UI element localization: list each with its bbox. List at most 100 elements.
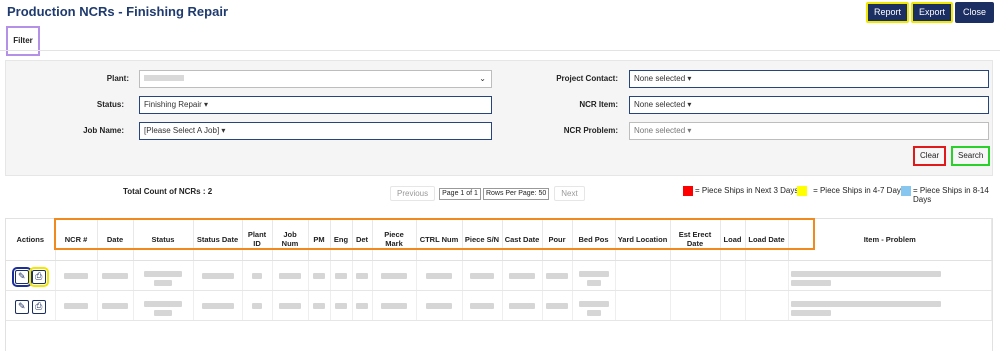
cell-redacted <box>372 290 417 321</box>
project-contact-select[interactable]: None selected ▾ <box>629 70 989 88</box>
col-pour[interactable]: Pour <box>542 219 573 261</box>
legend-8-14-days: = Piece Ships in 8-14 Days <box>901 186 999 204</box>
caret-down-icon: ▾ <box>204 100 209 109</box>
legend-swatch-red <box>683 186 693 196</box>
report-button[interactable]: Report <box>865 2 909 23</box>
col-piece-sn[interactable]: Piece S/N <box>462 219 503 261</box>
actions-cell: ✎ ⎙ <box>6 290 56 321</box>
col-status-date[interactable]: Status Date <box>193 219 243 261</box>
cell-empty <box>745 260 789 291</box>
col-item-problem[interactable]: Item - Problem <box>788 219 992 261</box>
plant-select[interactable]: ⌄ <box>139 70 492 88</box>
previous-button[interactable]: Previous <box>390 186 436 201</box>
col-date[interactable]: Date <box>97 219 134 261</box>
print-icon[interactable]: ⎙ <box>28 266 49 287</box>
col-piece-mark[interactable]: Piece Mark <box>372 219 417 261</box>
chevron-down-icon: ⌄ <box>479 74 486 83</box>
export-button[interactable]: Export <box>910 2 953 23</box>
status-select[interactable]: Finishing Repair ▾ <box>139 96 492 114</box>
col-load-date[interactable]: Load Date <box>745 219 789 261</box>
cell-empty <box>615 290 671 321</box>
cell-redacted <box>55 290 98 321</box>
cell-redacted <box>572 290 616 321</box>
divider <box>0 50 1000 51</box>
cell-redacted <box>788 260 992 291</box>
col-status[interactable]: Status <box>133 219 194 261</box>
col-est-erect-date[interactable]: Est Erect Date <box>670 219 721 261</box>
col-pm[interactable]: PM <box>308 219 331 261</box>
rows-per-page-select[interactable]: Rows Per Page: 50 <box>482 187 550 200</box>
job-name-value: [Please Select A Job] <box>144 126 220 135</box>
toolbar: Report Export Close <box>865 2 994 23</box>
col-load[interactable]: Load <box>720 219 746 261</box>
legend-label: = Piece Ships in 4-7 Days <box>813 186 905 195</box>
cell-redacted <box>133 260 194 291</box>
ncr-item-select[interactable]: None selected ▾ <box>629 96 989 114</box>
caret-down-icon: ▾ <box>687 74 692 83</box>
ncr-item-value: None selected <box>634 100 686 109</box>
cell-empty <box>670 290 721 321</box>
actions-cell: ✎ ⎙ <box>6 260 56 291</box>
table-row[interactable]: ✎ ⎙ <box>6 260 992 291</box>
cell-redacted <box>372 260 417 291</box>
legend-swatch-yellow <box>797 186 807 196</box>
col-det[interactable]: Det <box>352 219 373 261</box>
job-name-label: Job Name: <box>83 126 124 135</box>
col-plant-id[interactable]: Plant ID <box>242 219 273 261</box>
col-ncr-num[interactable]: NCR # <box>55 219 98 261</box>
print-icon[interactable]: ⎙ <box>31 299 46 314</box>
next-button[interactable]: Next <box>554 186 585 201</box>
cell-redacted <box>308 260 331 291</box>
cell-empty <box>745 290 789 321</box>
cell-redacted <box>133 290 194 321</box>
filter-panel: Plant: ⌄ Status: Finishing Repair ▾ Job … <box>5 60 993 176</box>
cell-redacted <box>542 260 573 291</box>
cell-redacted <box>416 290 463 321</box>
legend-swatch-blue <box>901 186 911 196</box>
cell-redacted <box>97 290 134 321</box>
ncr-table: Actions NCR # Date Status Status Date Pl… <box>6 219 992 321</box>
cell-redacted <box>330 290 353 321</box>
cell-redacted <box>462 260 503 291</box>
ncr-problem-select[interactable]: None selected ▾ <box>629 122 989 140</box>
col-actions: Actions <box>6 219 56 261</box>
caret-down-icon: ▾ <box>221 126 226 135</box>
search-button[interactable]: Search <box>951 146 991 166</box>
page-select[interactable]: Page 1 of 1 <box>439 187 481 200</box>
table-header-row: Actions NCR # Date Status Status Date Pl… <box>6 219 992 261</box>
status-value: Finishing Repair <box>144 100 202 109</box>
edit-icon[interactable]: ✎ <box>11 266 32 287</box>
cell-redacted <box>308 290 331 321</box>
cell-redacted <box>352 290 373 321</box>
cell-redacted <box>272 260 309 291</box>
col-yard-location[interactable]: Yard Location <box>615 219 671 261</box>
job-name-select[interactable]: [Please Select A Job] ▾ <box>139 122 492 140</box>
ncr-problem-value: None selected <box>634 126 686 135</box>
col-ctrl-num[interactable]: CTRL Num <box>416 219 463 261</box>
col-bed-pos[interactable]: Bed Pos <box>572 219 616 261</box>
legend-4-7-days: = Piece Ships in 4-7 Days <box>797 186 909 196</box>
clear-button[interactable]: Clear <box>913 146 947 166</box>
plant-value-redacted <box>144 74 184 81</box>
ncr-item-label: NCR Item: <box>579 100 618 109</box>
close-button[interactable]: Close <box>954 2 994 23</box>
project-contact-value: None selected <box>634 74 686 83</box>
cell-redacted <box>272 290 309 321</box>
ncr-problem-label: NCR Problem: <box>563 126 618 135</box>
cell-redacted <box>416 260 463 291</box>
cell-redacted <box>97 260 134 291</box>
edit-icon[interactable]: ✎ <box>14 299 29 314</box>
caret-down-icon: ▾ <box>687 100 692 109</box>
legend-next-3-days: = Piece Ships in Next 3 Days <box>683 186 798 196</box>
col-job-num[interactable]: Job Num <box>272 219 309 261</box>
table-row[interactable]: ✎ ⎙ <box>6 290 992 321</box>
total-count: Total Count of NCRs : 2 <box>123 187 213 196</box>
ncr-table-wrapper: Actions NCR # Date Status Status Date Pl… <box>5 218 993 351</box>
cell-empty <box>670 260 721 291</box>
col-cast-date[interactable]: Cast Date <box>502 219 543 261</box>
cell-redacted <box>462 290 503 321</box>
plant-label: Plant: <box>106 74 129 83</box>
col-eng[interactable]: Eng <box>330 219 353 261</box>
tab-filter[interactable]: Filter <box>6 26 40 56</box>
status-label: Status: <box>96 100 124 109</box>
